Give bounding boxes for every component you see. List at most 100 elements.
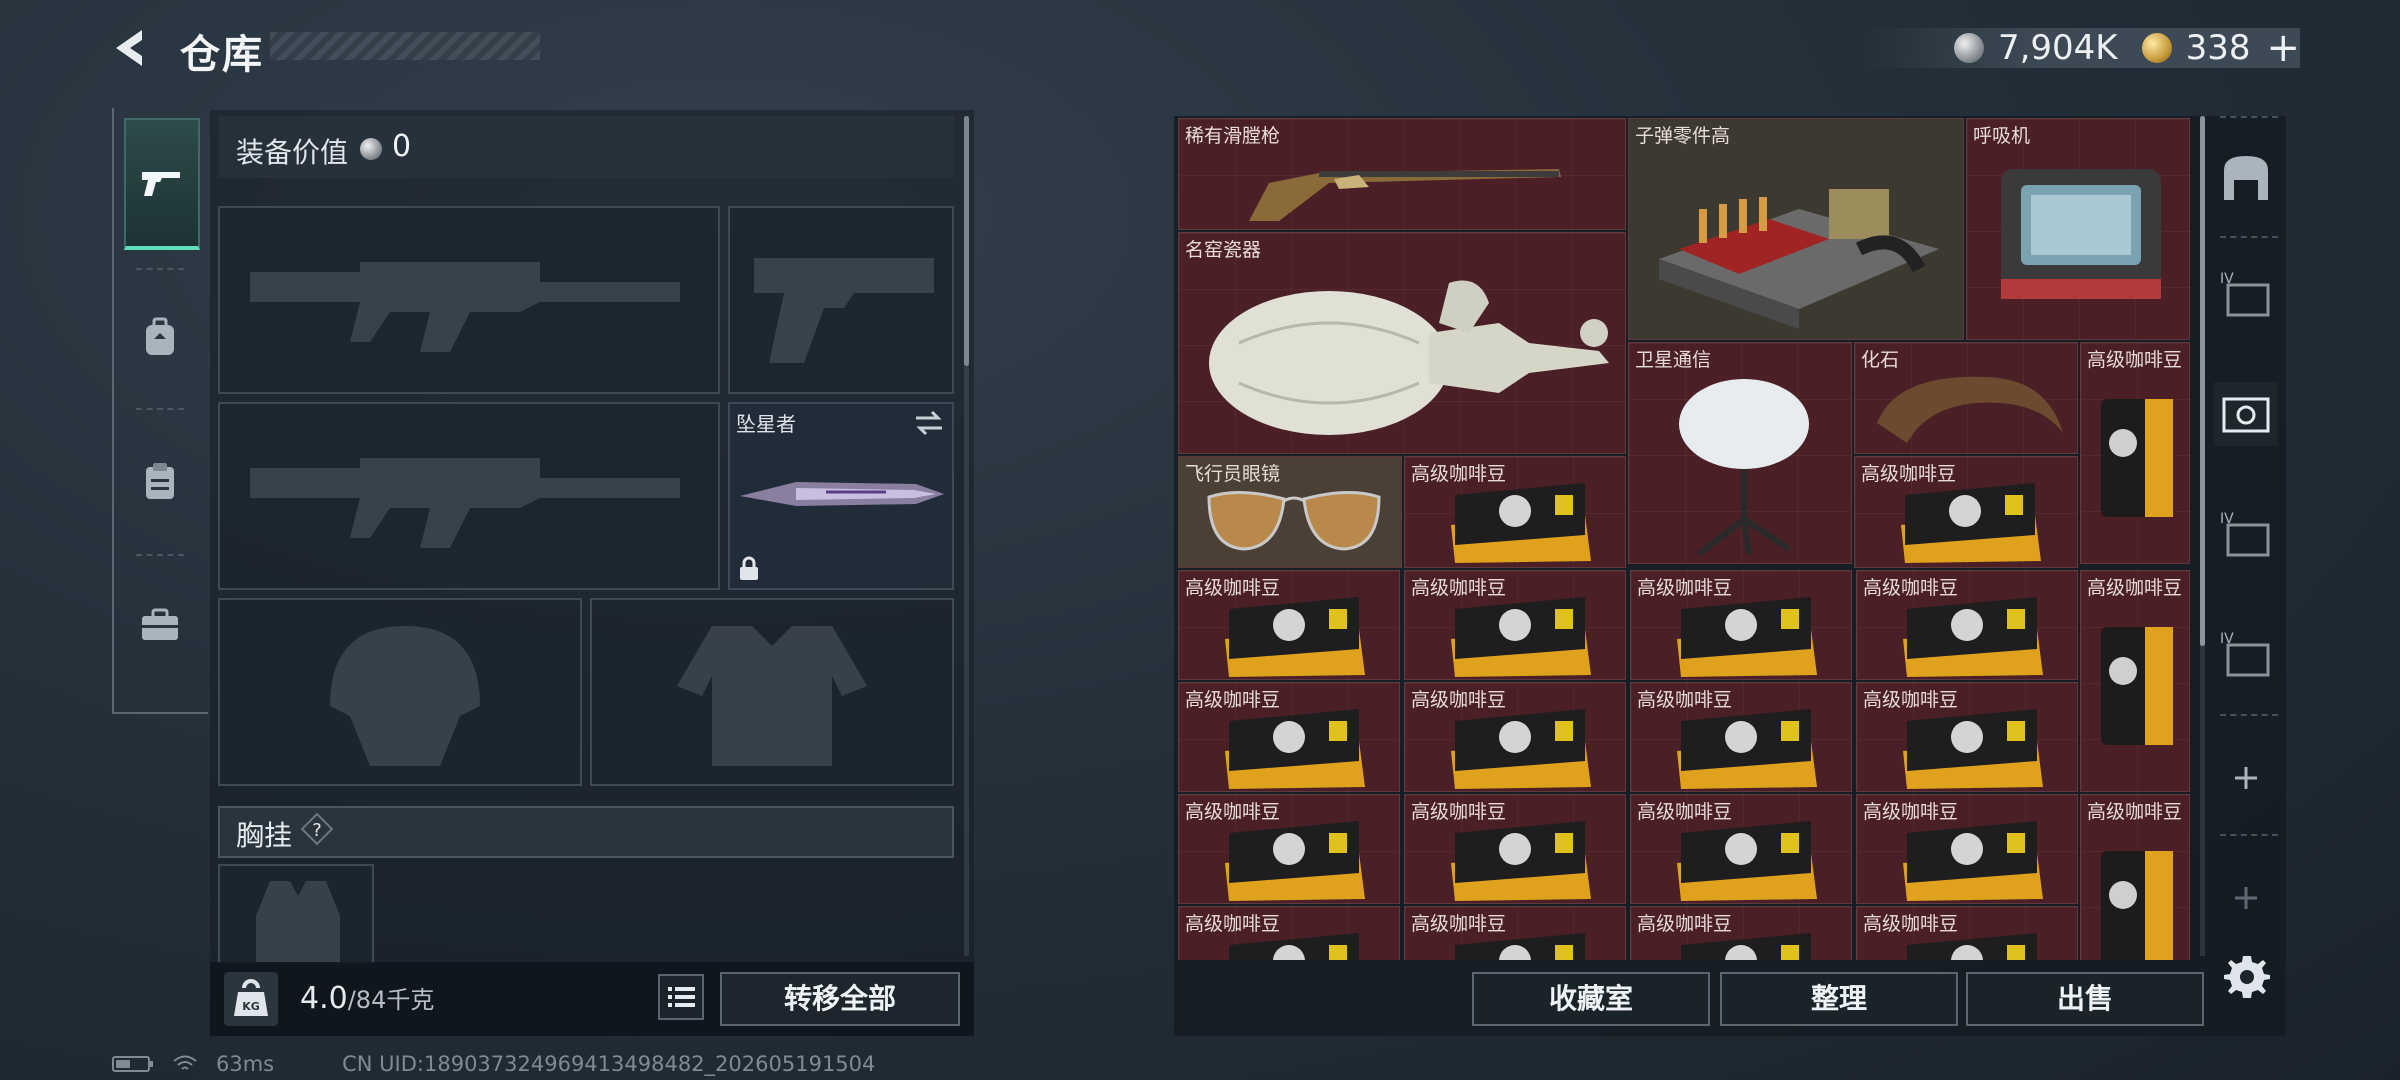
item-coffee-beans[interactable]: 高级咖啡豆: [1856, 570, 2078, 680]
coffee-box-icon: [1677, 709, 1817, 789]
gold-coin-icon: [2141, 33, 2172, 63]
item-coffee-beans[interactable]: 高级咖啡豆: [1856, 682, 2078, 792]
item-coffee-beans[interactable]: 高级咖啡豆: [1178, 794, 1400, 904]
item-coffee-beans[interactable]: 高级咖啡豆: [1856, 906, 2078, 960]
item-respirator[interactable]: 呼吸机: [1966, 118, 2190, 340]
toolbox-icon: [142, 608, 178, 640]
equipment-value: 0: [392, 129, 412, 164]
item-coffee-beans[interactable]: 高级咖啡豆: [1404, 570, 1626, 680]
item-coffee-beans[interactable]: 高级咖啡豆: [1178, 570, 1400, 680]
item-ammo-parts[interactable]: 子弹零件高: [1628, 118, 1964, 340]
item-coffee-bag[interactable]: 高级咖啡豆: [2080, 342, 2190, 564]
item-famous-porcelain[interactable]: 名窑瓷器: [1178, 232, 1626, 454]
clipboard-icon: [146, 463, 174, 499]
item-rare-musket[interactable]: 稀有滑膛枪: [1178, 118, 1626, 230]
backpack-icon: [146, 317, 174, 355]
item-coffee-beans[interactable]: 高级咖啡豆: [1630, 906, 1852, 960]
coffee-box-icon: [1229, 933, 1359, 960]
coffee-box-icon: [1677, 597, 1817, 677]
coffee-box-icon: [1225, 597, 1365, 677]
item-coffee-beans[interactable]: 高级咖啡豆: [1404, 794, 1626, 904]
storage-tab-5[interactable]: IV: [2214, 502, 2278, 566]
storage-tab-4[interactable]: IV: [2214, 262, 2278, 326]
sidearm-slot[interactable]: [728, 206, 954, 394]
wifi-icon: [173, 1055, 197, 1070]
melee-item-name: 坠星者: [736, 412, 796, 436]
collection-room-button[interactable]: 收藏室: [1472, 972, 1710, 1026]
item-coffee-beans[interactable]: 高级咖啡豆: [1178, 906, 1400, 960]
lock-icon: [740, 556, 758, 580]
help-icon[interactable]: ?: [300, 812, 334, 846]
equipment-scrollbar[interactable]: [964, 116, 969, 366]
item-coffee-bag[interactable]: 高级咖啡豆: [2080, 570, 2190, 792]
title-stripe: [270, 32, 540, 60]
weight-icon-box: KG: [224, 972, 278, 1026]
add-currency-button[interactable]: +: [2266, 25, 2300, 71]
item-coffee-beans[interactable]: 高级咖啡豆: [1404, 682, 1626, 792]
sell-button[interactable]: 出售: [1966, 972, 2204, 1026]
coffee-bag-icon: [2101, 851, 2173, 960]
armor-slot[interactable]: [590, 598, 954, 786]
carry-weight-value: 4.0: [300, 981, 348, 1016]
storage-scrollbar[interactable]: [2200, 116, 2205, 646]
uid-text: CN UID:18903732496941349848​2_2026051915…: [342, 1052, 876, 1076]
organize-button[interactable]: 整理: [1720, 972, 1958, 1026]
item-coffee-beans[interactable]: 高级咖啡豆: [1856, 794, 2078, 904]
gear-icon[interactable]: [2222, 952, 2272, 1002]
fossil-claw-icon: [1877, 376, 2063, 443]
silver-currency-value: 7,904K: [1997, 28, 2118, 68]
status-bar: 63ms CN UID:18903732496941349848​2_20260…: [112, 1052, 875, 1076]
gold-currency-value: 338: [2185, 28, 2251, 68]
item-pilot-glasses[interactable]: 飞行员眼镜: [1178, 456, 1402, 568]
secondary-weapon-slot[interactable]: [218, 402, 720, 590]
add-storage-button[interactable]: [2214, 746, 2278, 810]
safe-box-icon: IV: [2220, 271, 2270, 317]
carry-weight-max: /84千克: [347, 986, 435, 1014]
item-fossil[interactable]: 化石: [1854, 342, 2078, 454]
list-view-button[interactable]: [658, 974, 704, 1020]
knife-icon: [740, 482, 944, 506]
porcelain-vase-icon: [1209, 280, 1609, 435]
svg-text:?: ?: [312, 820, 322, 841]
back-arrow-icon[interactable]: [108, 24, 156, 72]
chest-rig-slot[interactable]: [218, 864, 374, 966]
currency-bar: 7,904K 338 +: [1863, 25, 2300, 71]
tab-toolbox[interactable]: [124, 562, 196, 688]
storage-tab-active[interactable]: [2214, 382, 2278, 446]
coffee-box-icon: [1901, 483, 2041, 563]
coffee-box-icon: [1451, 821, 1591, 901]
storage-tab-6[interactable]: IV: [2214, 622, 2278, 686]
item-satellite-comm[interactable]: 卫星通信: [1628, 342, 1852, 564]
transfer-all-button[interactable]: 转移全部: [720, 972, 960, 1026]
tab-weapons[interactable]: [124, 118, 200, 250]
coffee-bag-icon: [2101, 399, 2173, 517]
add-storage-button-2[interactable]: [2214, 866, 2278, 930]
item-coffee-beans[interactable]: 高级咖啡豆: [1178, 682, 1400, 792]
warehouse-icon: [2224, 156, 2268, 200]
item-coffee-bag[interactable]: 高级咖啡豆: [2080, 794, 2190, 960]
coffee-box-icon: [1677, 821, 1817, 901]
storage-tab-main[interactable]: [2214, 146, 2278, 210]
tab-vest[interactable]: [124, 418, 196, 544]
kettlebell-icon: KG: [234, 979, 268, 1016]
coffee-box-icon: [1903, 709, 2043, 789]
pistol-silhouette-icon: [754, 258, 934, 363]
aviator-glasses-icon: [1207, 490, 1381, 551]
helmet-slot[interactable]: [218, 598, 582, 786]
tab-backpack[interactable]: [124, 274, 196, 400]
item-coffee-beans[interactable]: 高级咖啡豆: [1630, 570, 1852, 680]
page-title: 仓库: [180, 32, 264, 78]
primary-weapon-slot[interactable]: [218, 206, 720, 394]
rifle-silhouette-icon: [250, 262, 680, 352]
armor-silhouette-icon: [677, 626, 867, 766]
melee-slot[interactable]: 坠星者: [728, 402, 954, 590]
item-coffee-beans[interactable]: 高级咖啡豆: [1854, 456, 2078, 568]
coffee-box-icon: [1903, 821, 2043, 901]
item-coffee-beans[interactable]: 高级咖啡豆: [1630, 682, 1852, 792]
item-coffee-beans[interactable]: 高级咖啡豆: [1404, 906, 1626, 960]
chest-rig-silhouette-icon: [256, 881, 340, 966]
coffee-box-icon: [1451, 597, 1591, 677]
item-coffee-beans[interactable]: 高级咖啡豆: [1404, 456, 1626, 568]
item-coffee-beans[interactable]: 高级咖啡豆: [1630, 794, 1852, 904]
swap-icon[interactable]: [914, 410, 944, 436]
